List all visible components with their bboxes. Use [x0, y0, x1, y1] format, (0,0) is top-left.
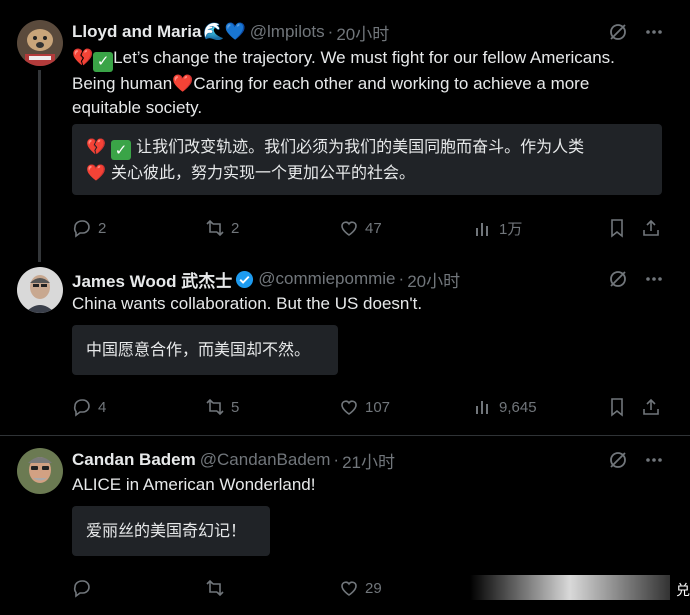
check-mark-emoji: ✓ — [111, 140, 132, 160]
display-name[interactable]: James Wood 武杰士 — [72, 267, 232, 292]
display-name[interactable]: Candan Badem — [72, 450, 196, 470]
reply-icon — [73, 580, 90, 598]
grok-icon[interactable] — [608, 22, 628, 47]
reply-count: 4 — [98, 398, 107, 416]
separator-dot: · — [327, 22, 334, 41]
repost-count: 2 — [231, 219, 240, 237]
reply-button[interactable]: 4 — [72, 397, 106, 417]
grok-icon[interactable] — [608, 269, 628, 294]
repost-icon — [206, 579, 224, 597]
name-emoji: 🌊💙 — [203, 22, 246, 42]
grok-icon[interactable] — [608, 450, 628, 475]
translation-box: 爱丽丝的美国奇幻记！ — [72, 506, 270, 556]
reply-count: 2 — [98, 219, 107, 237]
separator-dot: · — [333, 450, 340, 469]
translation-text-part: 关心彼此，努力实现一个更加公平的社会。 — [105, 163, 416, 182]
share-icon — [643, 398, 659, 415]
timestamp[interactable]: 21小时 — [342, 448, 395, 473]
check-mark-emoji: ✓ — [93, 51, 114, 72]
tweet-top-actions — [608, 450, 664, 475]
like-button[interactable]: 47 — [339, 218, 382, 238]
more-icon[interactable] — [644, 450, 664, 475]
views-count: 1万 — [499, 221, 523, 238]
broken-heart-emoji: 💔 — [86, 137, 106, 156]
timestamp[interactable]: 20小时 — [407, 267, 460, 292]
bookmark-icon — [611, 398, 623, 417]
share-icon — [643, 219, 659, 236]
handle[interactable]: @CandanBadem — [200, 450, 331, 470]
repost-count: 5 — [231, 398, 240, 416]
views-button[interactable]: 1万 — [473, 218, 522, 239]
tweet-text: 💔 ✓ Let’s change the trajectory. We must f… — [72, 46, 662, 119]
timestamp[interactable]: 20小时 — [336, 20, 389, 45]
repost-button[interactable] — [205, 578, 225, 598]
handle[interactable]: @lmpilots — [250, 22, 325, 42]
translation-text-part: 让我们改变轨迹。我们必须为我们的美国同胞而奋斗。作为人类 — [131, 137, 585, 156]
share-button[interactable] — [641, 218, 661, 238]
reply-button[interactable] — [72, 578, 92, 598]
tweet-text: ALICE in American Wonderland! — [72, 475, 316, 494]
share-button[interactable] — [641, 397, 661, 417]
avatar[interactable] — [17, 448, 63, 494]
reply-icon — [73, 399, 90, 417]
repost-icon — [206, 219, 224, 237]
views-icon — [476, 222, 488, 236]
more-icon[interactable] — [644, 22, 664, 47]
tweet-header: Candan Badem @CandanBadem · 21小时 — [72, 448, 395, 473]
broken-heart-emoji: 💔 — [72, 48, 94, 68]
heart-emoji: ❤️ — [86, 163, 106, 182]
thread-line — [38, 70, 41, 262]
repost-button[interactable]: 5 — [205, 397, 239, 417]
like-count: 107 — [365, 398, 391, 416]
translation-box: 中国愿意合作，而美国却不然。 — [72, 325, 338, 375]
watermark-text: 兑 — [676, 583, 690, 599]
like-button[interactable]: 107 — [339, 397, 390, 417]
tweet-header: James Wood 武杰士 @commiepommie · 20小时 — [72, 267, 460, 292]
avatar[interactable] — [17, 267, 63, 313]
like-button[interactable]: 29 — [339, 578, 382, 598]
verified-badge-icon — [235, 270, 254, 289]
bookmark-button[interactable] — [607, 397, 627, 417]
action-bar: 2 2 47 1万 — [72, 218, 662, 244]
heart-icon — [341, 221, 357, 236]
more-icon[interactable] — [644, 269, 664, 294]
views-icon — [476, 401, 488, 414]
repost-button[interactable]: 2 — [205, 218, 239, 238]
repost-icon — [206, 398, 224, 416]
tweet-header: Lloyd and Maria 🌊💙 @lmpilots · 20小时 — [72, 20, 389, 45]
separator-dot: · — [398, 269, 405, 288]
tweet-top-actions — [608, 269, 664, 294]
display-name[interactable]: Lloyd and Maria — [72, 22, 201, 42]
views-button[interactable]: 9,645 — [473, 397, 537, 417]
bookmark-button[interactable] — [607, 218, 627, 238]
watermark-blur — [470, 575, 670, 600]
tweet-text: China wants collaboration. But the US do… — [72, 294, 423, 313]
like-count: 47 — [365, 219, 382, 237]
reply-icon — [73, 220, 90, 238]
bookmark-icon — [611, 219, 623, 238]
heart-icon — [341, 400, 357, 415]
like-count: 29 — [365, 579, 382, 597]
translation-box: 💔 ✓ 让我们改变轨迹。我们必须为我们的美国同胞而奋斗。作为人类 ❤️ 关心彼此，… — [72, 124, 662, 195]
handle[interactable]: @commiepommie — [258, 269, 395, 289]
action-bar: 4 5 107 9,645 — [72, 397, 662, 423]
heart-icon — [341, 581, 357, 596]
reply-button[interactable]: 2 — [72, 218, 106, 238]
views-count: 9,645 — [499, 398, 537, 416]
avatar[interactable] — [17, 20, 63, 66]
tweet-2[interactable]: James Wood 武杰士 @commiepommie · 20小时 Chin… — [0, 255, 690, 435]
tweet-1[interactable]: Lloyd and Maria 🌊💙 @lmpilots · 20小时 💔 ✓ Le… — [0, 0, 690, 262]
tweet-top-actions — [608, 22, 664, 47]
heart-emoji: ❤️ — [172, 73, 194, 94]
